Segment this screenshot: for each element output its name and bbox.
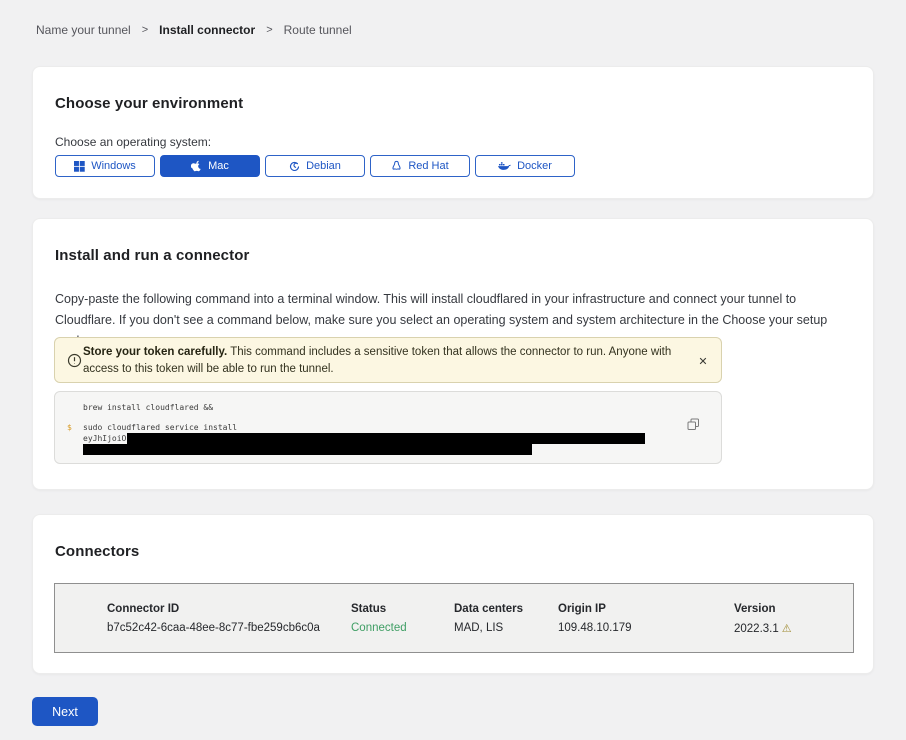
windows-icon bbox=[74, 161, 85, 172]
install-connector-title: Install and run a connector bbox=[55, 247, 249, 264]
breadcrumb: Name your tunnel > Install connector > R… bbox=[36, 23, 352, 37]
shell-prompt: $ bbox=[67, 423, 72, 432]
close-icon[interactable]: ✕ bbox=[693, 351, 713, 371]
token-warning-title: Store your token carefully. bbox=[83, 346, 227, 358]
os-button-windows[interactable]: Windows bbox=[55, 155, 155, 177]
redaction-bar bbox=[83, 444, 532, 455]
redaction-bar bbox=[127, 433, 645, 444]
os-button-label: Mac bbox=[208, 160, 229, 172]
docker-icon bbox=[498, 161, 511, 172]
header-status: Status bbox=[351, 603, 454, 615]
os-button-label: Docker bbox=[517, 160, 552, 172]
breadcrumb-separator: > bbox=[142, 24, 148, 36]
install-connector-card: Install and run a connector Copy-paste t… bbox=[32, 218, 874, 490]
table-header-row: Connector ID Status Data centers Origin … bbox=[55, 584, 853, 615]
header-data-centers: Data centers bbox=[454, 603, 558, 615]
os-button-label: Windows bbox=[91, 160, 136, 172]
warning-triangle-icon: ⚠ bbox=[782, 622, 792, 635]
table-row: b7c52c42-6caa-48ee-8c77-fbe259cb6c0a Con… bbox=[55, 615, 853, 635]
os-button-redhat[interactable]: Red Hat bbox=[370, 155, 470, 177]
install-command-block: brew install cloudflared && $ sudo cloud… bbox=[54, 391, 722, 464]
info-circle-icon bbox=[67, 353, 82, 373]
status-badge: Connected bbox=[351, 622, 454, 635]
version-value: 2022.3.1⚠ bbox=[734, 622, 853, 635]
connectors-table: Connector ID Status Data centers Origin … bbox=[54, 583, 854, 653]
debian-icon bbox=[289, 161, 300, 172]
connectors-card: Connectors Connector ID Status Data cent… bbox=[32, 514, 874, 674]
data-centers-value: MAD, LIS bbox=[454, 622, 558, 635]
choose-environment-title: Choose your environment bbox=[55, 95, 243, 112]
choose-environment-card: Choose your environment Choose an operat… bbox=[32, 66, 874, 199]
header-version: Version bbox=[734, 603, 853, 615]
token-warning-text: Store your token carefully. This command… bbox=[83, 344, 701, 378]
os-button-mac[interactable]: Mac bbox=[160, 155, 260, 177]
copy-icon[interactable] bbox=[685, 418, 701, 434]
os-button-debian[interactable]: Debian bbox=[265, 155, 365, 177]
command-token-line: eyJhIjoiO bbox=[83, 433, 645, 444]
origin-ip-value: 109.48.10.179 bbox=[558, 622, 734, 635]
next-button[interactable]: Next bbox=[32, 697, 98, 726]
header-origin-ip: Origin IP bbox=[558, 603, 734, 615]
connectors-title: Connectors bbox=[55, 543, 139, 560]
redhat-icon bbox=[391, 160, 402, 172]
breadcrumb-route-tunnel[interactable]: Route tunnel bbox=[284, 23, 352, 37]
breadcrumb-name-your-tunnel[interactable]: Name your tunnel bbox=[36, 23, 131, 37]
os-button-docker[interactable]: Docker bbox=[475, 155, 575, 177]
os-button-group: Windows Mac Debian Red Hat Docker bbox=[55, 155, 575, 177]
os-select-label: Choose an operating system: bbox=[55, 135, 211, 149]
header-connector-id: Connector ID bbox=[107, 603, 351, 615]
token-warning-banner: Store your token carefully. This command… bbox=[54, 337, 722, 383]
version-number: 2022.3.1 bbox=[734, 623, 779, 635]
breadcrumb-install-connector[interactable]: Install connector bbox=[159, 23, 255, 37]
breadcrumb-separator: > bbox=[266, 24, 272, 36]
command-line-2: sudo cloudflared service install bbox=[83, 423, 237, 432]
apple-icon bbox=[191, 160, 202, 172]
command-line-1: brew install cloudflared && bbox=[83, 403, 213, 412]
token-prefix: eyJhIjoiO bbox=[83, 434, 126, 443]
connector-id-value: b7c52c42-6caa-48ee-8c77-fbe259cb6c0a bbox=[107, 622, 351, 635]
os-button-label: Red Hat bbox=[408, 160, 448, 172]
os-button-label: Debian bbox=[306, 160, 341, 172]
